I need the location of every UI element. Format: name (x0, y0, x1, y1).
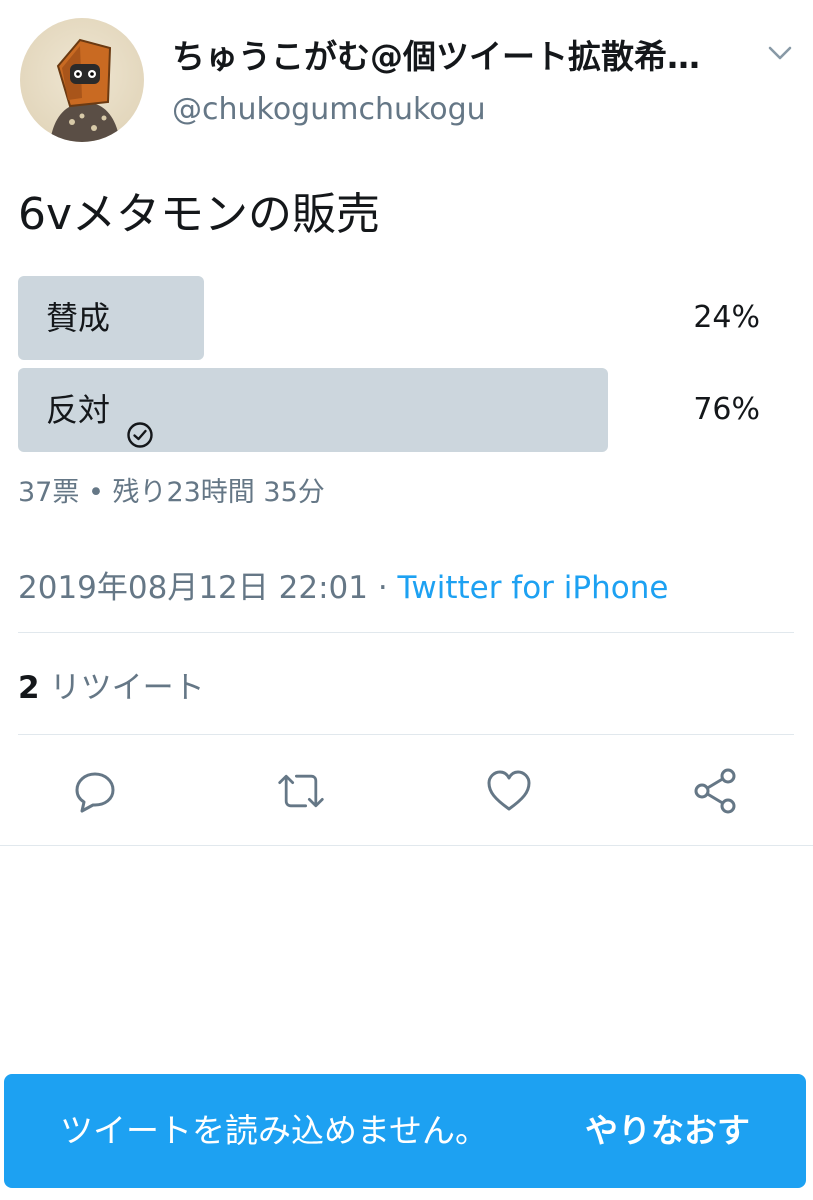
tweet-timestamp: 2019年08月12日 22:01 · Twitter for iPhone (18, 562, 668, 607)
tweet-source-link[interactable]: Twitter for iPhone (398, 570, 669, 606)
error-message: ツイートを読み込めません。 (60, 1111, 489, 1150)
avatar-illustration (50, 38, 120, 142)
poll-percent: 24% (693, 300, 760, 335)
poll-option-label: 賛成 (46, 299, 111, 337)
poll-percent: 76% (693, 392, 760, 427)
avatar[interactable] (20, 18, 144, 142)
reply-icon[interactable] (70, 766, 120, 816)
retweet-label: リツイート (49, 670, 205, 706)
poll-option: 反対 76% (18, 368, 794, 452)
tweet-datetime[interactable]: 2019年08月12日 22:01 (18, 570, 368, 606)
poll-meta: 37票 • 残り23時間 35分 (18, 477, 325, 508)
display-name[interactable]: ちゅうこがむ@個ツイート拡散希… (172, 30, 732, 78)
user-handle[interactable]: @chukogumchukogu (172, 92, 486, 127)
divider (0, 845, 813, 846)
chevron-down-icon[interactable] (762, 38, 798, 68)
tweet-text: 6vメタモンの販売 (18, 189, 381, 240)
divider (18, 734, 794, 735)
poll-option: 賛成 24% (18, 276, 794, 360)
retweet-stats[interactable]: 2 リツイート (18, 662, 205, 707)
poll-option-label: 反対 (46, 391, 111, 429)
divider (18, 632, 794, 633)
like-icon[interactable] (484, 766, 534, 816)
retweet-icon[interactable] (276, 766, 326, 816)
retry-button[interactable]: やりなおす (585, 1074, 750, 1188)
retweet-count: 2 (18, 670, 40, 706)
check-circle-icon (126, 396, 154, 448)
timestamp-separator: · (367, 570, 398, 606)
error-snackbar: ツイートを読み込めません。 やりなおす (4, 1074, 806, 1188)
share-icon[interactable] (690, 766, 740, 816)
